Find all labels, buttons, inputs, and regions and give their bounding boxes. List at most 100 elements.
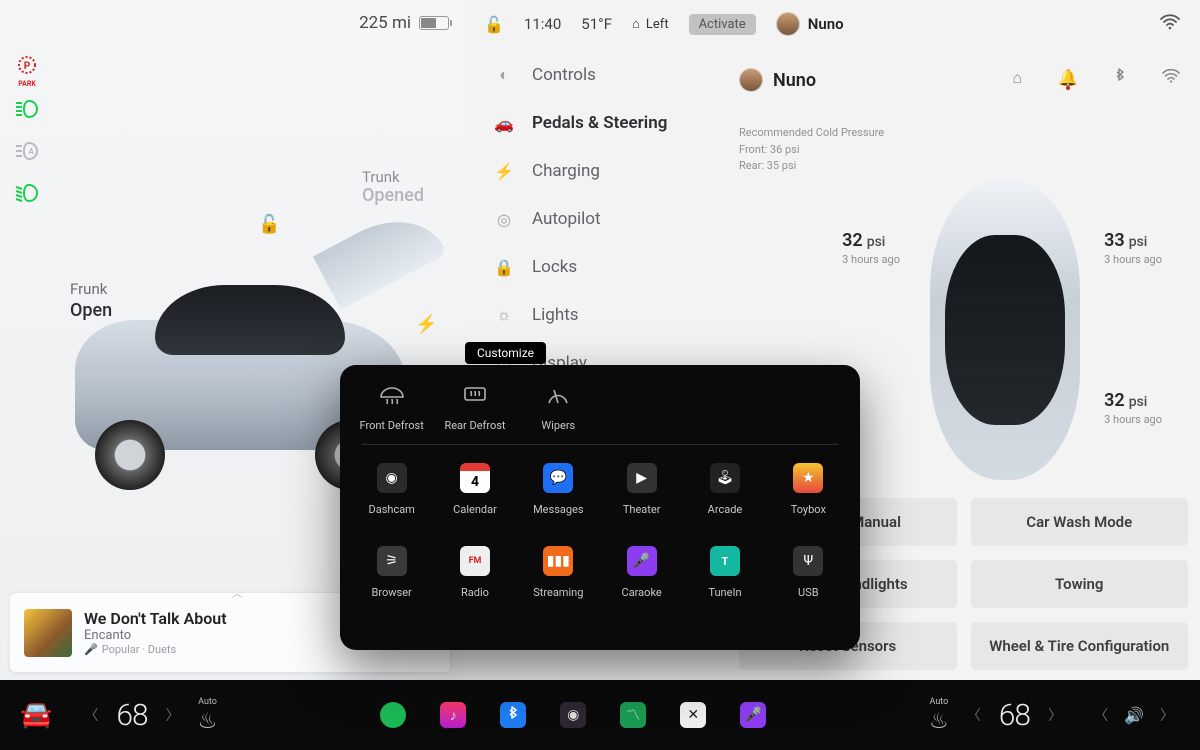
car-icon: 🚗 xyxy=(494,114,514,133)
wipers-button[interactable]: Wipers xyxy=(517,383,600,432)
seat-heat-icon: ♨ xyxy=(198,709,218,734)
passenger-seat-heater[interactable]: Auto♨ xyxy=(929,697,949,734)
seat-heat-icon: ♨ xyxy=(929,709,949,734)
streaming-app[interactable]: ▮▮▮Streaming xyxy=(517,546,600,599)
svg-text:A: A xyxy=(28,147,34,156)
fog-light-icon xyxy=(15,181,39,205)
bluetooth-app-icon[interactable] xyxy=(500,702,526,728)
messages-app[interactable]: 💬Messages xyxy=(517,463,600,516)
lock-icon: 🔒 xyxy=(494,258,514,277)
car-wash-button[interactable]: Car Wash Mode xyxy=(971,498,1189,546)
nav-controls[interactable]: ◐Controls xyxy=(494,65,714,85)
arcade-icon: 🕹 xyxy=(710,463,740,493)
browser-app[interactable]: ⚞Browser xyxy=(350,546,433,599)
lock-status-icon[interactable]: 🔓 xyxy=(484,15,504,34)
tunein-app[interactable]: TTuneIn xyxy=(683,546,766,599)
avatar xyxy=(776,12,800,36)
toggle-icon: ◐ xyxy=(494,65,514,85)
caraoke-app[interactable]: 🎤Caraoke xyxy=(600,546,683,599)
calendar-app[interactable]: 4Calendar xyxy=(433,463,516,516)
front-defrost-button[interactable]: Front Defrost xyxy=(350,383,433,432)
range-display: 225 mi xyxy=(359,13,449,33)
bottom-dock: 🚘 〈 68 〉 Auto♨ ♪ ◉ 〽 ✕ 🎤 Auto♨ 〈 68 〉 〈 … xyxy=(0,680,1200,750)
usb-icon: Ψ xyxy=(793,546,823,576)
nav-lights[interactable]: ☼Lights xyxy=(494,305,714,325)
garage-icon[interactable]: ⌂ xyxy=(1012,68,1022,90)
dashcam-app[interactable]: ◉Dashcam xyxy=(350,463,433,516)
vol-down[interactable]: 〈 xyxy=(1088,705,1114,725)
usb-app[interactable]: ΨUSB xyxy=(767,546,850,599)
caraoke-dock-icon[interactable]: 🎤 xyxy=(740,702,766,728)
homelink[interactable]: ⌂ Left xyxy=(632,16,669,32)
wifi-icon[interactable] xyxy=(1160,14,1180,34)
theater-app[interactable]: ▶Theater xyxy=(600,463,683,516)
temp-down-left[interactable]: 〈 xyxy=(78,705,104,725)
profile-chip[interactable]: Nuno xyxy=(776,12,844,36)
temp-down-right[interactable]: 〈 xyxy=(961,705,987,725)
profile-name: Nuno xyxy=(773,70,816,91)
trunk-state[interactable]: Opened xyxy=(362,185,424,206)
bulb-icon: ☼ xyxy=(494,305,514,325)
nav-locks[interactable]: 🔒Locks xyxy=(494,257,714,277)
front-defrost-icon xyxy=(377,383,407,409)
spotify-icon[interactable] xyxy=(380,702,406,728)
nav-autopilot[interactable]: ◎Autopilot xyxy=(494,209,714,229)
media-source: 🎤 Popular · Duets xyxy=(84,643,227,656)
driver-climate: 〈 68 〉 Auto♨ xyxy=(78,697,217,734)
wheel-icon: ◎ xyxy=(494,210,514,229)
car-menu-icon[interactable]: 🚘 xyxy=(20,700,52,730)
headlight-on-icon xyxy=(15,97,39,121)
towing-button[interactable]: Towing xyxy=(971,560,1189,608)
nav-pedals[interactable]: 🚗Pedals & Steering xyxy=(494,113,714,133)
bluetooth-icon[interactable] xyxy=(1114,68,1126,90)
apple-music-icon[interactable]: ♪ xyxy=(440,702,466,728)
arcade-app[interactable]: 🕹Arcade xyxy=(683,463,766,516)
bell-icon[interactable]: 🔔 xyxy=(1058,68,1078,90)
passenger-climate: Auto♨ 〈 68 〉 xyxy=(929,697,1068,734)
driver-seat-heater[interactable]: Auto♨ xyxy=(198,697,218,734)
outside-temp: 51°F xyxy=(581,15,612,33)
svg-text:P: P xyxy=(24,61,31,72)
energy-app-icon[interactable]: 〽 xyxy=(620,702,646,728)
rear-defrost-icon xyxy=(460,383,490,409)
theater-icon: ▶ xyxy=(627,463,657,493)
activate-button[interactable]: Activate xyxy=(689,14,756,35)
album-art xyxy=(24,609,72,657)
caraoke-icon: 🎤 xyxy=(627,546,657,576)
messages-icon: 💬 xyxy=(543,463,573,493)
media-title: We Don't Talk About xyxy=(84,609,227,628)
tire-psi-front-right: 33psi3 hours ago xyxy=(1104,230,1162,266)
tunein-icon: T xyxy=(710,546,740,576)
indicator-column: P PARK A xyxy=(15,55,39,205)
toybox-icon: ★ xyxy=(793,463,823,493)
wifi-icon[interactable] xyxy=(1162,68,1180,90)
temp-up-left[interactable]: 〉 xyxy=(160,705,186,725)
car-top-view xyxy=(930,180,1080,480)
rear-defrost-button[interactable]: Rear Defrost xyxy=(433,383,516,432)
toybox-app[interactable]: ★Toybox xyxy=(767,463,850,516)
media-artist: Encanto xyxy=(84,628,227,643)
vol-up[interactable]: 〉 xyxy=(1154,705,1180,725)
browser-icon: ⚞ xyxy=(377,546,407,576)
avatar xyxy=(739,68,763,92)
close-app-icon[interactable]: ✕ xyxy=(680,702,706,728)
nav-charging[interactable]: ⚡Charging xyxy=(494,161,714,181)
volume-control[interactable]: 〈 🔊 〉 xyxy=(1088,705,1180,725)
wipers-icon xyxy=(543,383,573,409)
unlock-icon[interactable]: 🔓 xyxy=(258,214,280,235)
driver-temp[interactable]: 68 xyxy=(116,698,147,733)
trunk-label: Trunk xyxy=(362,168,400,186)
profile-heading[interactable]: Nuno xyxy=(739,68,816,92)
park-indicator: P PARK xyxy=(15,55,39,79)
media-grabber-icon[interactable]: ︿ xyxy=(232,585,242,600)
battery-icon xyxy=(419,16,449,30)
passenger-temp[interactable]: 68 xyxy=(999,698,1030,733)
camera-app-icon[interactable]: ◉ xyxy=(560,702,586,728)
temp-up-right[interactable]: 〉 xyxy=(1042,705,1068,725)
streaming-icon: ▮▮▮ xyxy=(543,546,573,576)
tire-psi-rear-right: 32psi3 hours ago xyxy=(1104,390,1162,426)
customize-tooltip: Customize xyxy=(465,342,546,364)
radio-app[interactable]: FMRadio xyxy=(433,546,516,599)
wheel-config-button[interactable]: Wheel & Tire Configuration xyxy=(971,622,1189,670)
dock-apps: ♪ ◉ 〽 ✕ 🎤 xyxy=(380,702,766,728)
